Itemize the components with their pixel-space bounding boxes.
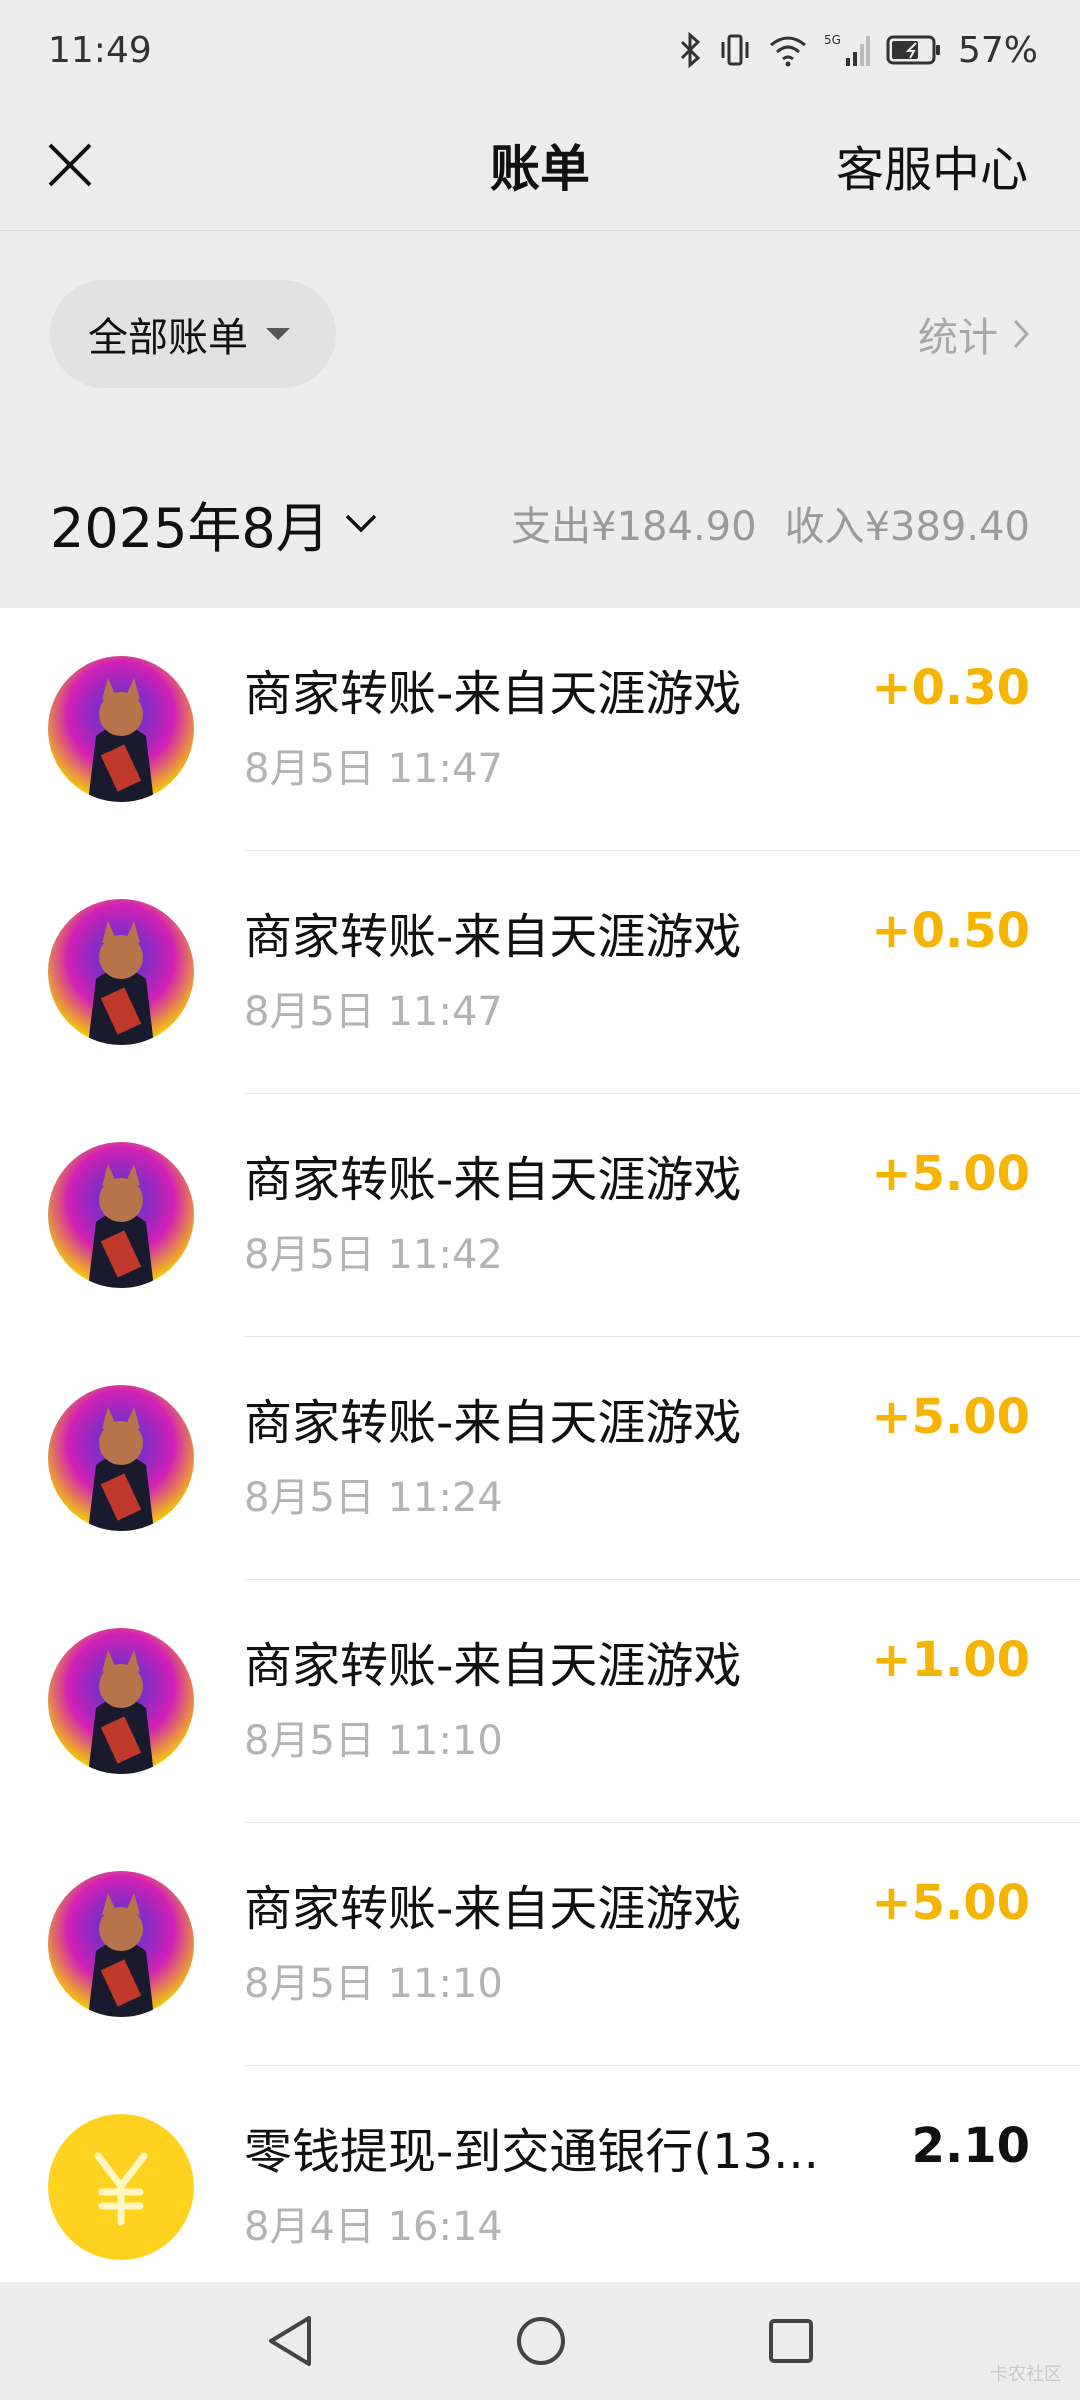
transaction-time: 8月5日 11:24 — [244, 1475, 503, 1521]
top-bar: 账单 客服中心 — [0, 100, 1080, 230]
status-icons: 5G 57% — [678, 30, 1038, 71]
status-time: 11:49 — [48, 29, 152, 71]
chevron-down-icon — [345, 514, 377, 533]
transaction-title: 商家转账-来自天涯游戏 — [244, 1395, 742, 1451]
battery-percent: 57% — [957, 29, 1038, 71]
transaction-time: 8月4日 16:14 — [244, 2204, 503, 2250]
transaction-time: 8月5日 11:10 — [244, 1961, 503, 2007]
transaction-row[interactable]: 商家转账-来自天涯游戏 8月5日 11:47 +0.50 — [0, 851, 1080, 1094]
transaction-row[interactable]: 商家转账-来自天涯游戏 8月5日 11:42 +5.00 — [0, 1094, 1080, 1337]
bill-filter-dropdown[interactable]: 全部账单 — [50, 280, 336, 388]
transaction-amount: +5.00 — [871, 1875, 1030, 1931]
transaction-row[interactable]: 商家转账-来自天涯游戏 8月5日 11:10 +5.00 — [0, 1823, 1080, 2066]
yen-coin-icon — [48, 2114, 194, 2260]
svg-text:5G: 5G — [824, 33, 841, 47]
recents-nav-icon[interactable] — [767, 2317, 815, 2365]
chevron-right-icon — [1013, 319, 1030, 349]
caret-down-icon — [266, 328, 290, 340]
transaction-amount: +5.00 — [871, 1146, 1030, 1202]
transaction-row[interactable]: 零钱提现-到交通银行(13... 8月4日 16:14 2.10 — [0, 2066, 1080, 2282]
month-selector[interactable]: 2025年8月 — [50, 484, 378, 563]
signal-5g-icon: 5G — [824, 33, 870, 66]
merchant-avatar — [48, 899, 194, 1045]
back-nav-icon[interactable] — [265, 2314, 315, 2368]
transaction-title: 商家转账-来自天涯游戏 — [244, 1638, 742, 1694]
transaction-title: 商家转账-来自天涯游戏 — [244, 1152, 742, 1208]
bluetooth-icon — [680, 32, 701, 68]
close-button[interactable] — [38, 133, 102, 197]
status-bar: 11:49 5G 57% — [0, 0, 1080, 100]
transaction-amount: +0.30 — [871, 660, 1030, 716]
merchant-avatar — [48, 1628, 194, 1774]
transaction-row[interactable]: 商家转账-来自天涯游戏 8月5日 11:24 +5.00 — [0, 1337, 1080, 1580]
home-nav-icon[interactable] — [515, 2315, 567, 2367]
transaction-time: 8月5日 11:10 — [244, 1718, 503, 1764]
month-summary: 2025年8月 支出¥184.90 收入¥389.40 — [0, 438, 1080, 608]
system-nav-bar — [0, 2282, 1080, 2400]
filter-row: 全部账单 统计 — [0, 230, 1080, 438]
transaction-time: 8月5日 11:47 — [244, 989, 503, 1035]
battery-icon — [886, 35, 940, 65]
statistics-link[interactable]: 统计 — [918, 305, 1030, 363]
transaction-row[interactable]: 商家转账-来自天涯游戏 8月5日 11:47 +0.30 — [0, 608, 1080, 851]
merchant-avatar — [48, 1385, 194, 1531]
transaction-time: 8月5日 11:42 — [244, 1232, 503, 1278]
transaction-title: 商家转账-来自天涯游戏 — [244, 1881, 742, 1937]
expense-total: 支出¥184.90 — [511, 504, 757, 550]
close-icon — [48, 143, 92, 187]
merchant-avatar — [48, 1142, 194, 1288]
transaction-amount: +5.00 — [871, 1389, 1030, 1445]
transaction-title: 商家转账-来自天涯游戏 — [244, 666, 742, 722]
watermark-text: 卡农社区 — [990, 2364, 1062, 2385]
transaction-row[interactable]: 商家转账-来自天涯游戏 8月5日 11:10 +1.00 — [0, 1580, 1080, 1823]
month-label: 2025年8月 — [50, 496, 330, 560]
customer-service-link[interactable]: 客服中心 — [836, 130, 1028, 200]
income-total: 收入¥389.40 — [784, 504, 1030, 550]
transaction-amount: +0.50 — [871, 903, 1030, 959]
transaction-list: 商家转账-来自天涯游戏 8月5日 11:47 +0.30 商家转账-来自天涯游戏… — [0, 608, 1080, 2282]
merchant-avatar — [48, 1871, 194, 2017]
merchant-avatar — [48, 656, 194, 802]
statistics-label: 统计 — [918, 315, 998, 361]
vibrate-icon — [721, 34, 749, 66]
transaction-title: 商家转账-来自天涯游戏 — [244, 909, 742, 965]
wifi-icon — [770, 36, 806, 67]
transaction-title: 零钱提现-到交通银行(13... — [244, 2124, 819, 2180]
transaction-amount: +1.00 — [871, 1632, 1030, 1688]
bill-filter-label: 全部账单 — [88, 315, 248, 361]
month-totals: 支出¥184.90 收入¥389.40 — [511, 494, 1030, 552]
transaction-time: 8月5日 11:47 — [244, 746, 503, 792]
transaction-amount: 2.10 — [911, 2118, 1030, 2174]
